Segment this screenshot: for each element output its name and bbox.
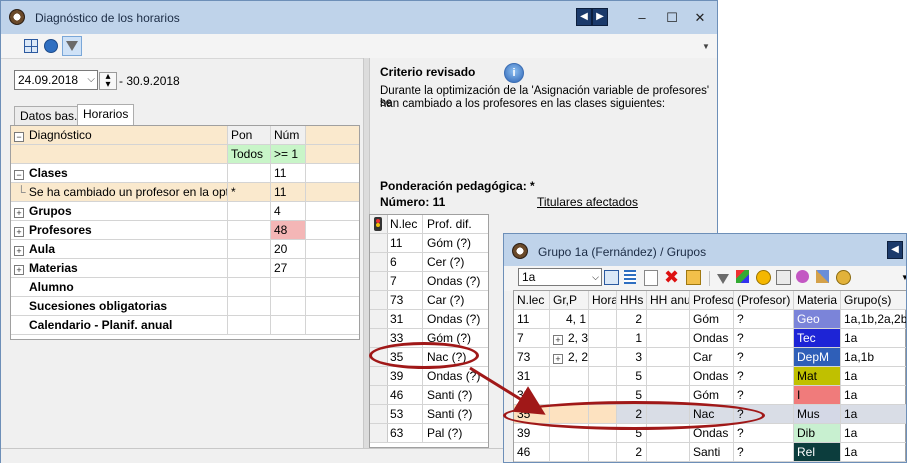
callout-arrow — [469, 366, 546, 415]
callout-ellipse-lesson — [369, 342, 479, 369]
callout-ellipse-row — [503, 401, 765, 430]
callout-overlay — [469, 366, 546, 415]
